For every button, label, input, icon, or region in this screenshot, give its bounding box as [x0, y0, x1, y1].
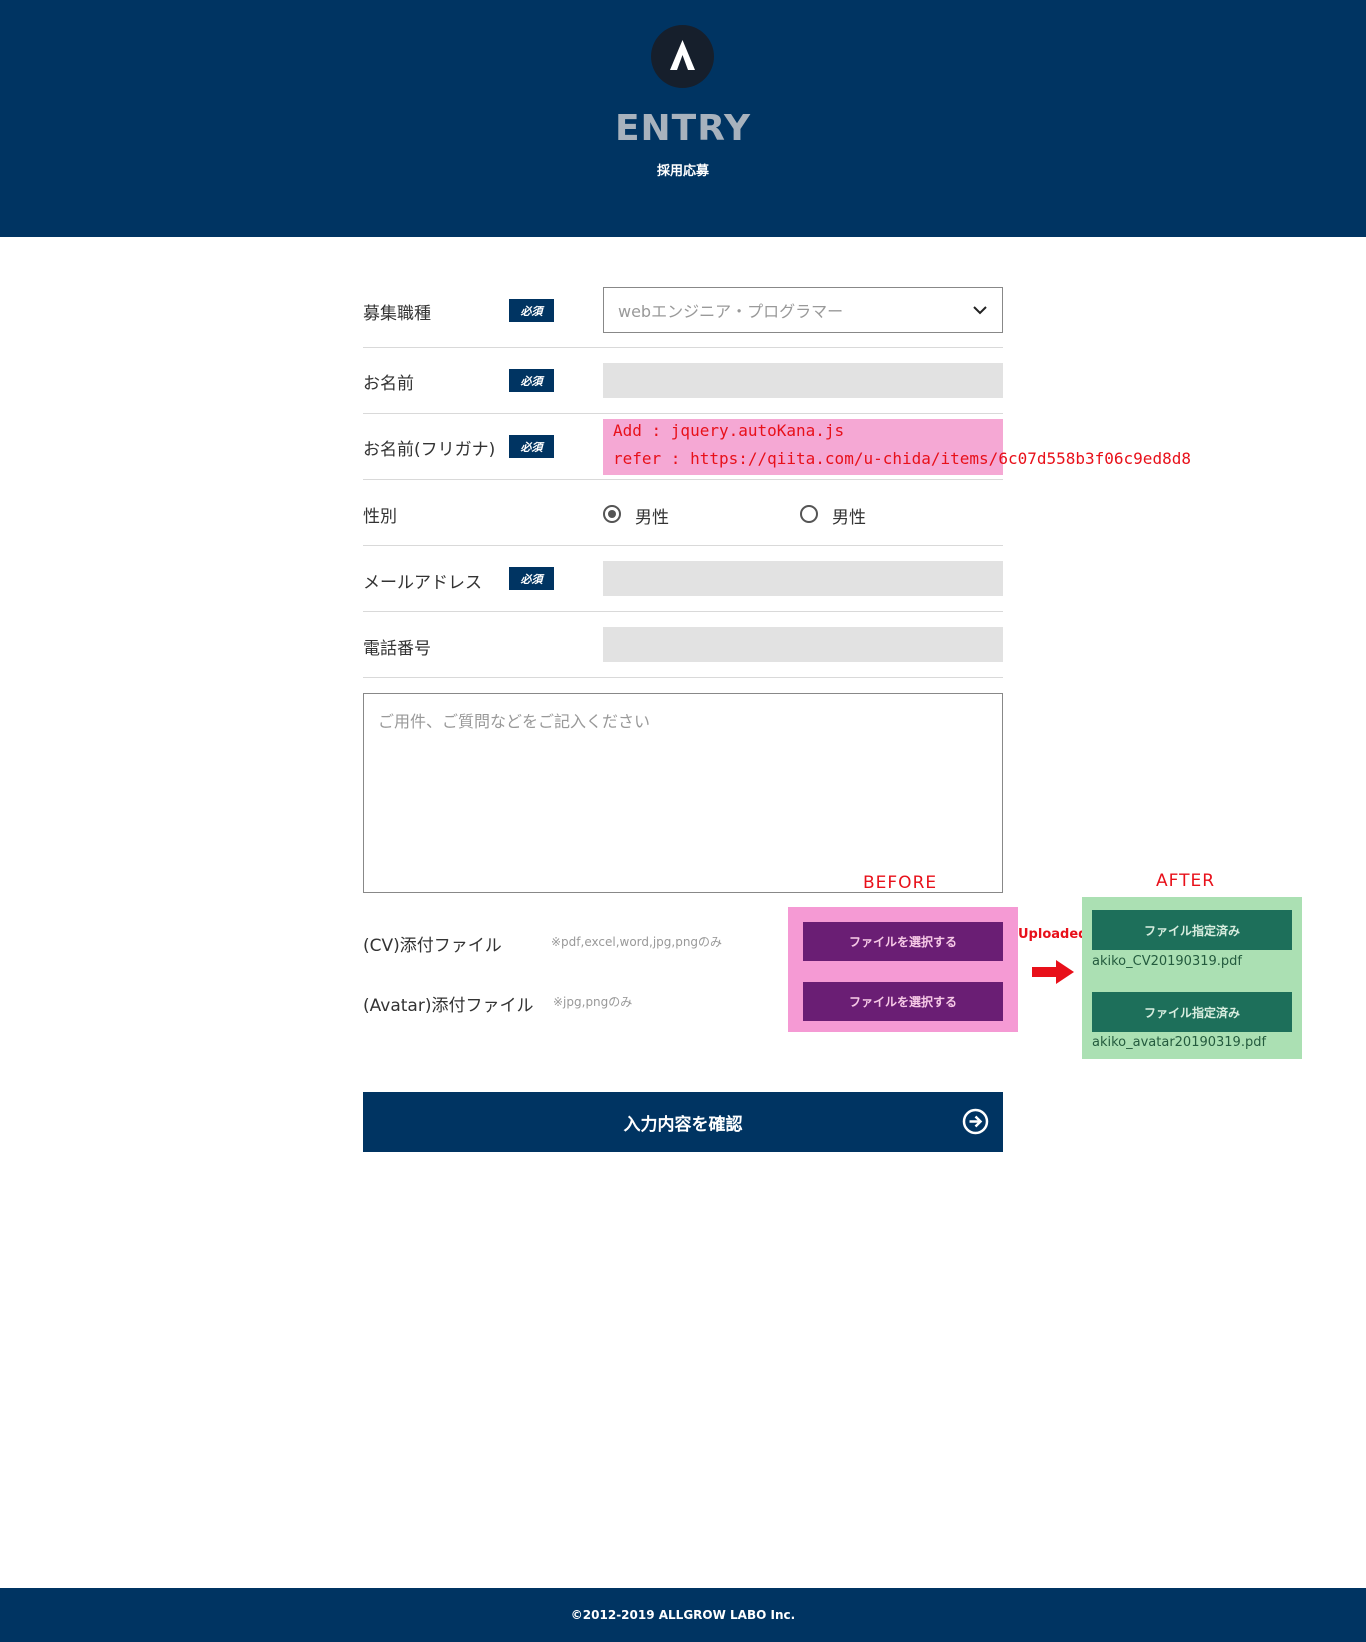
chevron-down-icon — [973, 306, 987, 315]
required-badge: 必須 — [509, 299, 554, 322]
message-textarea[interactable]: ご用件、ご質問などをご記入ください — [363, 693, 1003, 893]
required-badge: 必須 — [509, 435, 554, 458]
divider — [363, 347, 1003, 348]
cv-file-label: (CV)添付ファイル — [363, 936, 502, 956]
divider — [363, 479, 1003, 480]
before-label: BEFORE — [863, 873, 938, 893]
job-type-label: 募集職種 — [363, 304, 431, 324]
page-footer: ©2012-2019 ALLGROW LABO Inc. — [0, 1588, 1366, 1642]
name-label: お名前 — [363, 374, 414, 394]
kana-label: お名前(フリガナ) — [363, 440, 496, 460]
gender-option-1-label: 男性 — [635, 508, 669, 528]
cv-file-hint: ※pdf,excel,word,jpg,pngのみ — [551, 935, 723, 949]
divider — [363, 611, 1003, 612]
email-label: メールアドレス — [363, 573, 482, 593]
gender-radio-1[interactable] — [603, 505, 621, 523]
email-input[interactable] — [603, 561, 1003, 596]
page-title: ENTRY — [614, 108, 752, 149]
job-type-select[interactable]: webエンジニア・プログラマー — [603, 287, 1003, 333]
avatar-select-file-button[interactable]: ファイルを選択する — [803, 982, 1003, 1021]
required-badge: 必須 — [509, 567, 554, 590]
cv-file-name: akiko_CV20190319.pdf — [1092, 954, 1242, 969]
divider — [363, 413, 1003, 414]
gender-label: 性別 — [363, 507, 397, 527]
logo-icon[interactable] — [651, 25, 714, 88]
message-placeholder: ご用件、ご質問などをご記入ください — [378, 712, 651, 731]
radio-selected-dot — [608, 510, 616, 518]
cv-file-selected-button[interactable]: ファイル指定済み — [1092, 910, 1292, 950]
gender-radio-2[interactable] — [800, 505, 818, 523]
cv-select-file-button[interactable]: ファイルを選択する — [803, 922, 1003, 961]
confirm-button-label: 入力内容を確認 — [623, 1114, 743, 1135]
avatar-file-name: akiko_avatar20190319.pdf — [1092, 1035, 1267, 1050]
annotation-line-1: Add : jquery.autoKana.js — [613, 421, 845, 440]
avatar-file-hint: ※jpg,pngのみ — [553, 995, 633, 1009]
phone-input[interactable] — [603, 627, 1003, 662]
name-input[interactable] — [603, 363, 1003, 398]
uploaded-label: Uploaded — [1018, 927, 1088, 942]
page-header: ENTRY 採用応募 — [0, 0, 1366, 237]
arrow-circle-right-icon — [962, 1108, 989, 1135]
gender-option-2-label: 男性 — [832, 508, 866, 528]
divider — [363, 677, 1003, 678]
required-badge: 必須 — [509, 369, 554, 392]
avatar-file-selected-button[interactable]: ファイル指定済み — [1092, 992, 1292, 1032]
job-type-selected-value: webエンジニア・プログラマー — [618, 302, 844, 321]
divider — [363, 545, 1003, 546]
avatar-file-label: (Avatar)添付ファイル — [363, 996, 534, 1016]
confirm-button[interactable]: 入力内容を確認 — [363, 1092, 1003, 1152]
phone-label: 電話番号 — [363, 639, 431, 659]
right-arrow-icon — [1032, 960, 1074, 984]
after-label: AFTER — [1156, 871, 1216, 891]
annotation-line-2: refer : https://qiita.com/u-chida/items/… — [613, 449, 1191, 468]
copyright-text: ©2012-2019 ALLGROW LABO Inc. — [570, 1608, 796, 1622]
page-subtitle: 採用応募 — [656, 164, 709, 179]
